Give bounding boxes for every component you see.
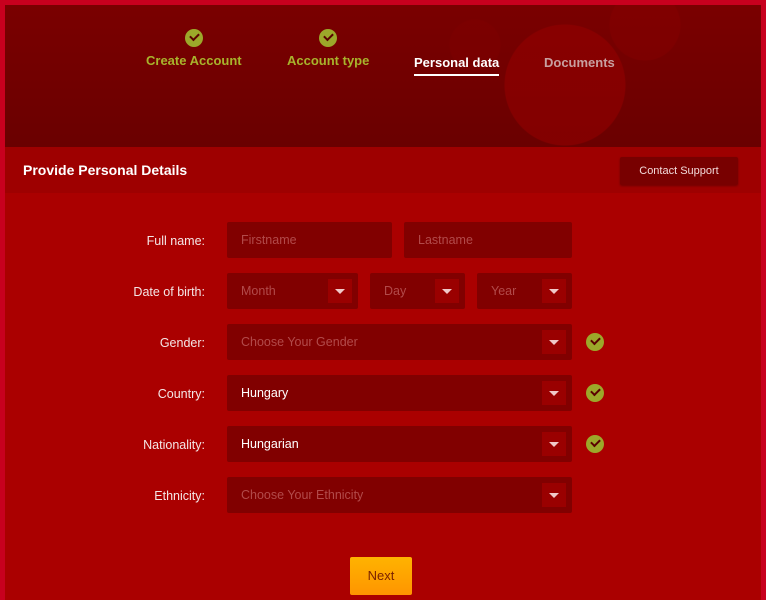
chevron-down-icon[interactable]	[542, 279, 566, 303]
chevron-down-icon[interactable]	[435, 279, 459, 303]
step-create-account[interactable]: Create Account	[146, 29, 242, 68]
check-icon	[319, 29, 338, 47]
step-personal-data[interactable]: Personal data	[414, 55, 500, 76]
step-documents[interactable]: Documents	[544, 55, 615, 70]
chevron-down-icon[interactable]	[542, 432, 566, 456]
check-icon	[586, 333, 604, 351]
check-icon	[184, 29, 203, 47]
year-select[interactable]: Year	[477, 273, 572, 309]
check-icon	[586, 435, 604, 453]
next-button[interactable]: Next	[350, 557, 412, 595]
nationality-value: Hungarian	[241, 437, 299, 451]
full-name-label: Full name:	[146, 234, 205, 248]
day-select[interactable]: Day	[370, 273, 465, 309]
ethnicity-label: Ethnicity:	[154, 489, 205, 503]
country-select[interactable]: Hungary	[227, 375, 572, 411]
chevron-down-icon[interactable]	[328, 279, 352, 303]
day-value: Day	[384, 284, 407, 298]
progress-header: Create Account Account type Personal dat…	[5, 5, 761, 147]
date-of-birth-label: Date of birth:	[133, 285, 205, 299]
chevron-down-icon[interactable]	[542, 381, 566, 405]
month-value: Month	[241, 284, 276, 298]
step-label: Documents	[544, 55, 615, 70]
section-header: Provide Personal Details Contact Support	[5, 147, 761, 193]
gender-select[interactable]: Choose Your Gender	[227, 324, 572, 360]
contact-support-button[interactable]: Contact Support	[620, 157, 738, 185]
registration-frame: Create Account Account type Personal dat…	[5, 5, 761, 600]
month-select[interactable]: Month	[227, 273, 358, 309]
section-title: Provide Personal Details	[23, 162, 188, 178]
ethnicity-value: Choose Your Ethnicity	[241, 488, 364, 502]
firstname-input[interactable]: Firstname	[227, 222, 392, 258]
step-label: Personal data	[414, 55, 500, 76]
country-label: Country:	[157, 387, 205, 401]
ethnicity-select[interactable]: Choose Your Ethnicity	[227, 477, 572, 513]
step-account-type[interactable]: Account type	[287, 29, 369, 68]
nationality-label: Nationality:	[143, 438, 205, 452]
check-icon	[586, 384, 604, 402]
lastname-input[interactable]: Lastname	[404, 222, 572, 258]
step-label: Account type	[287, 53, 370, 68]
gender-value: Choose Your Gender	[241, 335, 358, 349]
country-value: Hungary	[241, 386, 289, 400]
step-label: Create Account	[146, 53, 242, 68]
chevron-down-icon[interactable]	[542, 330, 566, 354]
gender-label: Gender:	[159, 336, 205, 350]
nationality-select[interactable]: Hungarian	[227, 426, 572, 462]
year-value: Year	[491, 284, 517, 298]
chevron-down-icon[interactable]	[542, 483, 566, 507]
